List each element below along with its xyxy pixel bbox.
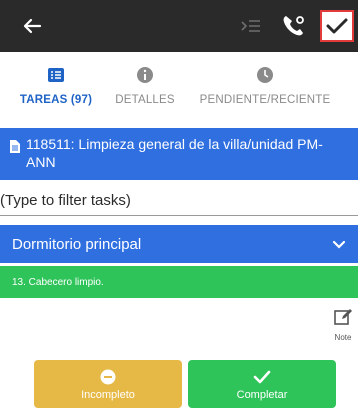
tab-detalles-label: DETALLES: [115, 94, 175, 106]
task-item[interactable]: 13. Cabecero limpio.: [0, 266, 358, 298]
edit-icon: [334, 308, 352, 331]
note-label: Note: [334, 333, 352, 342]
work-order-title: 118511: Limpieza general de la villa/uni…: [26, 136, 323, 170]
incomplete-label: Incompleto: [81, 388, 135, 401]
incomplete-button[interactable]: Incompleto: [34, 360, 182, 408]
tab-detalles[interactable]: DETALLES: [110, 52, 180, 118]
task-filter: [0, 186, 358, 216]
minus-circle-icon: [100, 368, 116, 386]
work-order-header: 118511: Limpieza general de la villa/uni…: [0, 128, 358, 180]
chevron-down-icon[interactable]: [332, 237, 346, 254]
document-icon: [10, 140, 20, 158]
complete-button[interactable]: Completar: [188, 360, 336, 408]
tab-tareas[interactable]: TAREAS (97): [10, 52, 102, 118]
task-label: 13. Cabecero limpio.: [12, 276, 104, 288]
top-bar: [0, 0, 358, 52]
section-title: Dormitorio principal: [12, 235, 142, 253]
back-arrow-icon[interactable]: [20, 14, 44, 38]
tab-bar: TAREAS (97) DETALLES PENDIENTE/RECIENTE: [0, 52, 358, 118]
section-header[interactable]: Dormitorio principal: [0, 225, 358, 263]
collapse-list-icon[interactable]: [240, 16, 262, 36]
tab-pendiente-reciente-label: PENDIENTE/RECIENTE: [199, 94, 331, 106]
clock-icon: [256, 66, 274, 84]
task-filter-input[interactable]: [0, 186, 358, 214]
tab-pendiente-reciente[interactable]: PENDIENTE/RECIENTE: [192, 52, 338, 118]
tab-tareas-label: TAREAS (97): [19, 94, 93, 106]
phone-settings-icon[interactable]: [280, 13, 306, 39]
info-icon: [136, 66, 154, 84]
complete-label: Completar: [236, 388, 288, 401]
check-icon: [326, 18, 348, 34]
confirm-button[interactable]: [320, 10, 354, 42]
note-button[interactable]: Note: [328, 308, 358, 348]
check-icon: [253, 368, 271, 386]
list-icon: [47, 66, 65, 84]
